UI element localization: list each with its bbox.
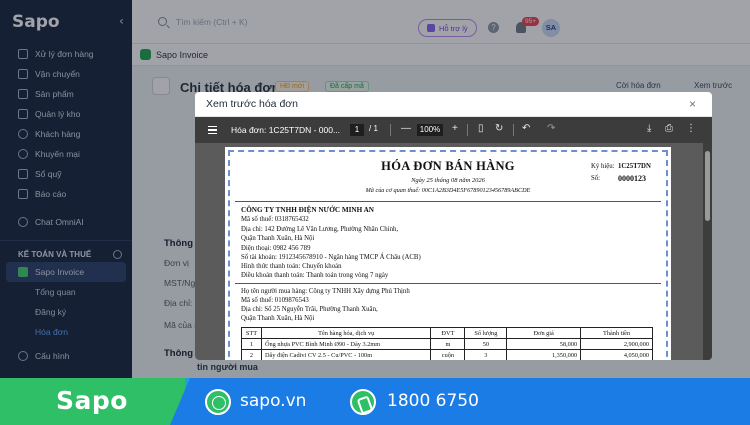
globe-icon [205, 389, 231, 415]
buyer-line: Quận Thanh Xuân, Hà Nội [241, 315, 315, 322]
rotate-icon[interactable]: ↻ [495, 123, 503, 134]
footer-phone[interactable]: 1800 6750 [387, 391, 479, 411]
pdf-scrollbar[interactable] [703, 143, 712, 360]
undo-icon[interactable]: ↶ [522, 123, 530, 134]
zoom-level[interactable]: 100% [417, 124, 443, 136]
buyer-line: Mã số thuế: 0109876543 [241, 297, 309, 304]
page-number-input[interactable]: 1 [350, 124, 364, 136]
close-icon[interactable]: × [689, 97, 696, 111]
seller-line: Điều khoản thanh toán: Thanh toán trong … [241, 272, 389, 279]
pdf-filename: Hóa đơn: 1C25T7DN - 000... [231, 125, 341, 135]
redo-icon[interactable]: ↷ [547, 123, 555, 134]
buyer-line: Họ tên người mua hàng: Công ty TNHH Xây … [241, 288, 410, 295]
footer-website[interactable]: sapo.vn [240, 391, 306, 411]
invoice-items-table: STT Tên hàng hóa, dịch vụ ĐVT Số lượng Đ… [241, 327, 653, 360]
table-row: 1 Ống nhựa PVC Bình Minh Ø90 - Dày 3.2mm… [241, 338, 653, 350]
seller-line: Hình thức thanh toán: Chuyển khoản [241, 263, 342, 270]
scrollbar-thumb[interactable] [705, 151, 710, 221]
table-header-row: STT Tên hàng hóa, dịch vụ ĐVT Số lượng Đ… [241, 327, 653, 339]
invoice-preview-modal: Xem trước hóa đơn × Hóa đơn: 1C25T7DN - … [195, 92, 712, 360]
invoice-date: Ngày 25 tháng 08 năm 2026 [411, 177, 485, 184]
zoom-in-icon[interactable]: + [452, 123, 458, 134]
number-value: 0000123 [618, 174, 646, 183]
seller-line: Mã số thuế: 0318765432 [241, 216, 309, 223]
seller-name: CÔNG TY TNHH ĐIỆN NƯỚC MINH AN [241, 206, 374, 214]
seller-line: Quận Thanh Xuân, Hà Nội [241, 235, 315, 242]
number-label: Số: [591, 175, 601, 182]
zoom-out-icon[interactable]: — [401, 123, 411, 134]
menu-icon[interactable] [208, 126, 217, 134]
table-row: 2 Dây điện Cadivi CV 2.5 - Cu/PVC - 100m… [241, 349, 653, 360]
fit-page-icon[interactable]: ▯ [478, 123, 484, 134]
pdf-viewer[interactable]: HÓA ĐƠN BÁN HÀNG Ngày 25 tháng 08 năm 20… [195, 143, 712, 360]
promo-footer: Sapo sapo.vn 1800 6750 [0, 378, 750, 425]
seller-line: Điện thoại: 0982 456 789 [241, 245, 311, 252]
download-icon[interactable]: ⤓ [647, 123, 651, 134]
invoice-document: HÓA ĐƠN BÁN HÀNG Ngày 25 tháng 08 năm 20… [225, 147, 671, 360]
pdf-toolbar: Hóa đơn: 1C25T7DN - 000... 1 / 1 — 100% … [195, 117, 712, 143]
print-icon[interactable]: ⎙ [665, 123, 673, 134]
page-total: / 1 [369, 124, 378, 133]
tax-authority-code: Mã của cơ quan thuế: 00C1A2B3D4E5F678901… [365, 187, 531, 194]
footer-logo: Sapo [56, 386, 128, 415]
seller-line: Địa chỉ: 142 Đường Lê Văn Lương, Phường … [241, 226, 399, 233]
modal-header: Xem trước hóa đơn × [195, 92, 712, 117]
section-label: tin người mua [197, 362, 258, 372]
more-options-icon[interactable]: ⋮ [686, 123, 696, 134]
buyer-line: Địa chỉ: Số 25 Nguyễn Trãi, Phường Thanh… [241, 306, 378, 313]
modal-title: Xem trước hóa đơn [206, 98, 299, 110]
symbol-value: 1C25T7DN [618, 163, 651, 170]
seller-line: Số tài khoản: 1912345678910 - Ngân hàng … [241, 254, 421, 261]
symbol-label: Ký hiệu: [591, 163, 615, 170]
phone-icon [350, 389, 376, 415]
